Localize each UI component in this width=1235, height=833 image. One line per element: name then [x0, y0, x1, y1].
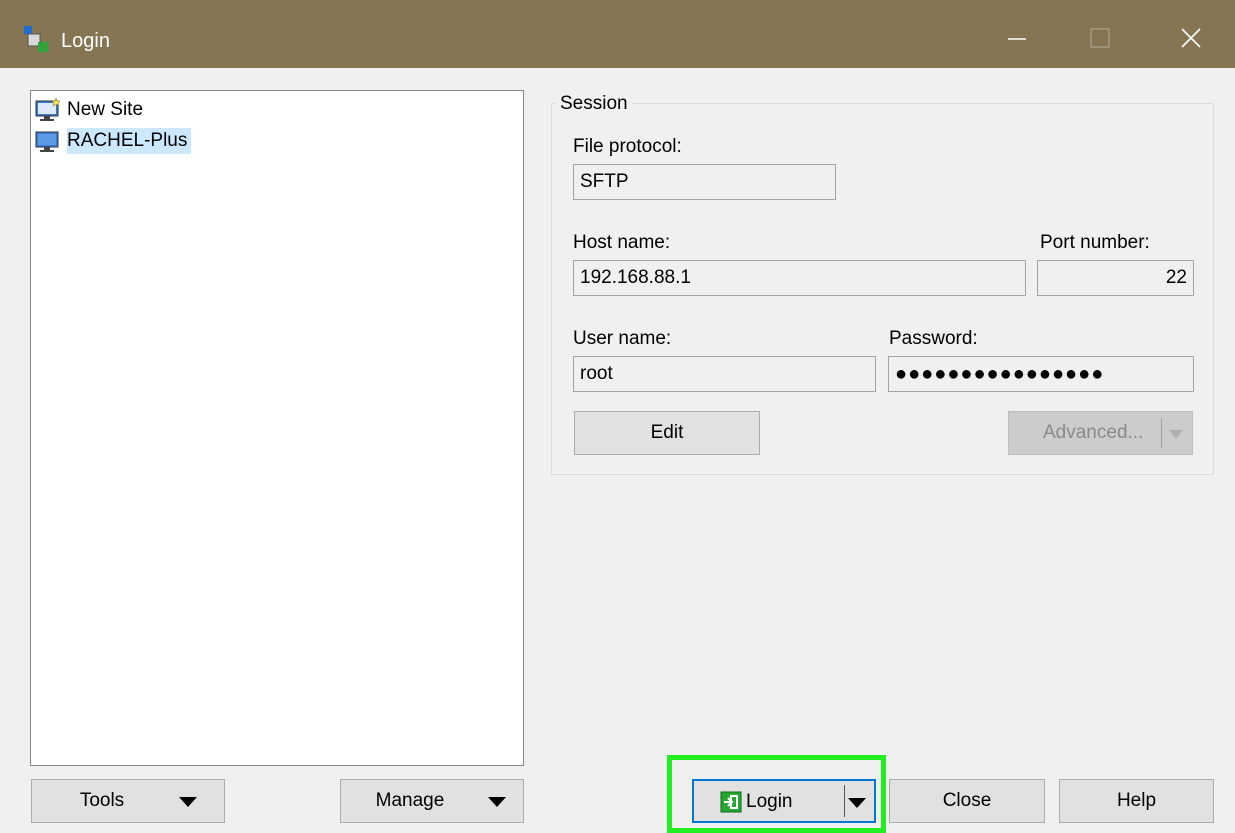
winscp-login-icon [24, 26, 48, 52]
help-button-label: Help [1116, 790, 1157, 811]
host-name-input[interactable]: 192.168.88.1 [573, 260, 1026, 296]
chevron-down-icon [488, 797, 506, 807]
tree-item-label: New Site [67, 99, 144, 120]
manage-button-label: Manage [375, 790, 445, 811]
tools-button[interactable]: Tools [31, 779, 225, 823]
button-separator [844, 785, 845, 817]
host-name-label: Host name: [573, 232, 671, 253]
chevron-down-icon [848, 798, 866, 808]
close-icon[interactable] [1160, 18, 1220, 64]
advanced-button[interactable]: Advanced... [1008, 411, 1193, 455]
maximize-icon[interactable] [1070, 18, 1130, 64]
edit-button-label: Edit [650, 422, 684, 443]
user-name-label: User name: [573, 328, 672, 349]
port-number-label: Port number: [1040, 232, 1150, 253]
chevron-down-icon [179, 797, 197, 807]
tree-item-new-site[interactable]: New Site [35, 96, 147, 124]
new-site-icon [35, 98, 61, 121]
computer-site-icon [35, 131, 59, 152]
session-group-label: Session [556, 93, 632, 115]
close-button[interactable]: Close [889, 779, 1045, 823]
window-title: Login [61, 30, 110, 52]
port-number-input[interactable]: 22 [1037, 260, 1194, 296]
help-button[interactable]: Help [1059, 779, 1214, 823]
user-name-input[interactable]: root [573, 356, 876, 392]
site-tree[interactable]: New Site RACHEL-Plus [30, 90, 524, 766]
login-icon [720, 791, 742, 813]
manage-button[interactable]: Manage [340, 779, 524, 823]
login-button[interactable]: Login [692, 779, 876, 823]
password-input[interactable]: ●●●●●●●●●●●●●●●● [888, 356, 1194, 392]
login-button-label: Login [746, 791, 793, 812]
title-bar: Login [0, 0, 1235, 68]
password-label: Password: [889, 328, 978, 349]
advanced-button-label: Advanced... [1043, 422, 1144, 443]
button-separator [1161, 418, 1162, 448]
tree-item-label: RACHEL-Plus [67, 128, 192, 154]
minimize-icon[interactable] [988, 18, 1048, 64]
tools-button-label: Tools [79, 790, 125, 811]
edit-button[interactable]: Edit [574, 411, 760, 455]
close-button-label: Close [942, 790, 992, 811]
file-protocol-select[interactable]: SFTP [573, 164, 836, 200]
tree-item-rachel-plus[interactable]: RACHEL-Plus [35, 127, 192, 155]
chevron-down-icon [1169, 430, 1183, 439]
file-protocol-label: File protocol: [573, 136, 682, 157]
